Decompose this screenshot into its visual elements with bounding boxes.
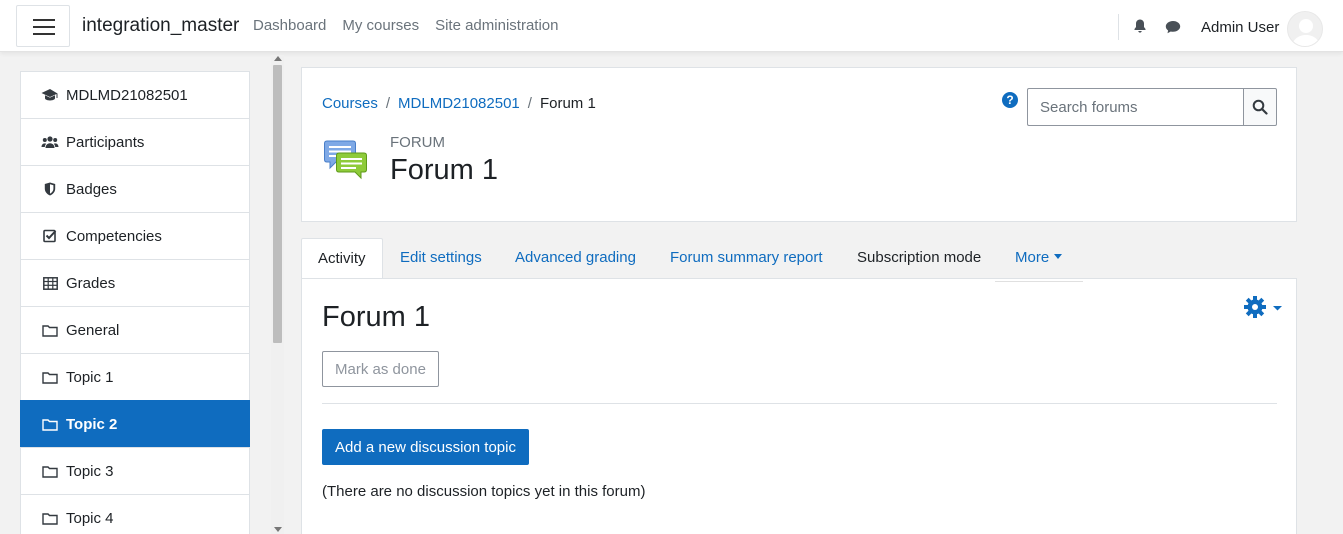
folder-icon: [41, 416, 59, 432]
scrollbar-thumb[interactable]: [273, 65, 282, 343]
page-header: Courses / MDLMD21082501 / Forum 1 FORUM …: [301, 67, 1297, 222]
main-content: Forum 1 Mark as done Add a new discussio…: [301, 278, 1297, 534]
notifications-bell-icon[interactable]: [1132, 18, 1148, 34]
drawer-item-label: Badges: [66, 180, 117, 198]
breadcrumb-course-link[interactable]: MDLMD21082501: [398, 95, 520, 112]
forum-icon: [324, 140, 367, 180]
users-icon: [41, 134, 59, 150]
drawer-item-topic-2[interactable]: Topic 2: [20, 400, 250, 448]
drawer-item-label: Competencies: [66, 227, 162, 245]
drawer-scrollbar[interactable]: [271, 55, 284, 534]
breadcrumb-separator: /: [385, 95, 391, 112]
drawer-item-badges[interactable]: Badges: [20, 165, 250, 213]
shield-icon: [41, 181, 59, 197]
site-brand[interactable]: integration_master: [82, 15, 239, 37]
page-title: Forum 1: [390, 154, 498, 186]
tab-advanced-grading[interactable]: Advanced grading: [515, 238, 636, 278]
breadcrumb-separator: /: [527, 95, 532, 112]
drawer-item-grades[interactable]: Grades: [20, 259, 250, 307]
drawer-item-topic-1[interactable]: Topic 1: [20, 353, 250, 401]
breadcrumb-courses-link[interactable]: Courses: [322, 95, 378, 112]
breadcrumb-current: Forum 1: [539, 95, 596, 112]
breadcrumb: Courses / MDLMD21082501 / Forum 1: [322, 95, 596, 112]
drawer-item-label: Topic 3: [66, 462, 114, 480]
drawer-item-topic-4[interactable]: Topic 4: [20, 494, 250, 534]
scroll-up-arrow-icon[interactable]: [274, 56, 282, 61]
gear-icon[interactable]: [1244, 296, 1284, 318]
user-silhouette-icon: [1292, 19, 1320, 46]
graduation-cap-icon: [41, 87, 59, 103]
drawer-item-label: Grades: [66, 274, 116, 292]
folder-icon: [41, 369, 59, 385]
drawer-item-label: Topic 1: [66, 368, 114, 386]
navbar-divider: [1118, 14, 1119, 40]
folder-icon: [41, 510, 59, 526]
mark-as-done-button[interactable]: Mark as done: [322, 351, 439, 387]
tab-more-label: More: [1015, 249, 1050, 266]
tab-overflow-underline: [995, 281, 1083, 282]
drawer-item-competencies[interactable]: Competencies: [20, 212, 250, 260]
nav-my-courses-link[interactable]: My courses: [342, 17, 419, 34]
empty-state-message: (There are no discussion topics yet in t…: [322, 483, 646, 500]
folder-icon: [41, 322, 59, 338]
drawer-item-topic-3[interactable]: Topic 3: [20, 447, 250, 495]
search-icon: [1252, 99, 1268, 115]
module-type-label: FORUM: [390, 134, 445, 151]
divider: [322, 403, 1277, 404]
drawer-item-label: Participants: [66, 133, 145, 151]
tab-forum-summary-report[interactable]: Forum summary report: [670, 238, 823, 278]
scroll-down-arrow-icon[interactable]: [274, 527, 282, 532]
check-square-icon: [41, 228, 59, 244]
top-navbar: integration_master Dashboard My courses …: [0, 0, 1343, 52]
help-question-icon[interactable]: ?: [1002, 92, 1018, 108]
primary-navigation: Dashboard My courses Site administration: [253, 17, 558, 34]
chevron-down-icon: [1054, 254, 1063, 259]
drawer-item-participants[interactable]: Participants: [20, 118, 250, 166]
tab-subscription-mode[interactable]: Subscription mode: [857, 238, 981, 278]
add-discussion-topic-button[interactable]: Add a new discussion topic: [322, 429, 529, 465]
drawer-item-label: Topic 2: [66, 415, 118, 433]
course-index-drawer: MDLMD21082501 Participants Badges Compet…: [20, 71, 250, 534]
nav-site-administration-link[interactable]: Site administration: [435, 17, 558, 34]
drawer-item-label: Topic 4: [66, 509, 114, 527]
search-submit-button[interactable]: [1243, 88, 1277, 126]
hamburger-menu-button[interactable]: [16, 5, 70, 47]
search-forums-input[interactable]: [1027, 88, 1243, 126]
chevron-down-icon: [1273, 306, 1282, 311]
drawer-item-label: General: [66, 321, 120, 339]
user-avatar[interactable]: [1287, 11, 1323, 47]
drawer-item-course[interactable]: MDLMD21082501: [20, 71, 250, 119]
folder-icon: [41, 463, 59, 479]
tab-edit-settings[interactable]: Edit settings: [400, 238, 482, 278]
drawer-item-label: MDLMD21082501: [66, 86, 188, 104]
drawer-item-general[interactable]: General: [20, 306, 250, 354]
nav-dashboard-link[interactable]: Dashboard: [253, 17, 326, 34]
user-name[interactable]: Admin User: [1201, 19, 1279, 36]
tab-activity[interactable]: Activity: [301, 238, 383, 279]
messages-chat-icon[interactable]: [1164, 19, 1182, 35]
tab-more-dropdown[interactable]: More: [1015, 238, 1063, 278]
table-icon: [41, 275, 59, 291]
activity-title: Forum 1: [322, 301, 430, 333]
